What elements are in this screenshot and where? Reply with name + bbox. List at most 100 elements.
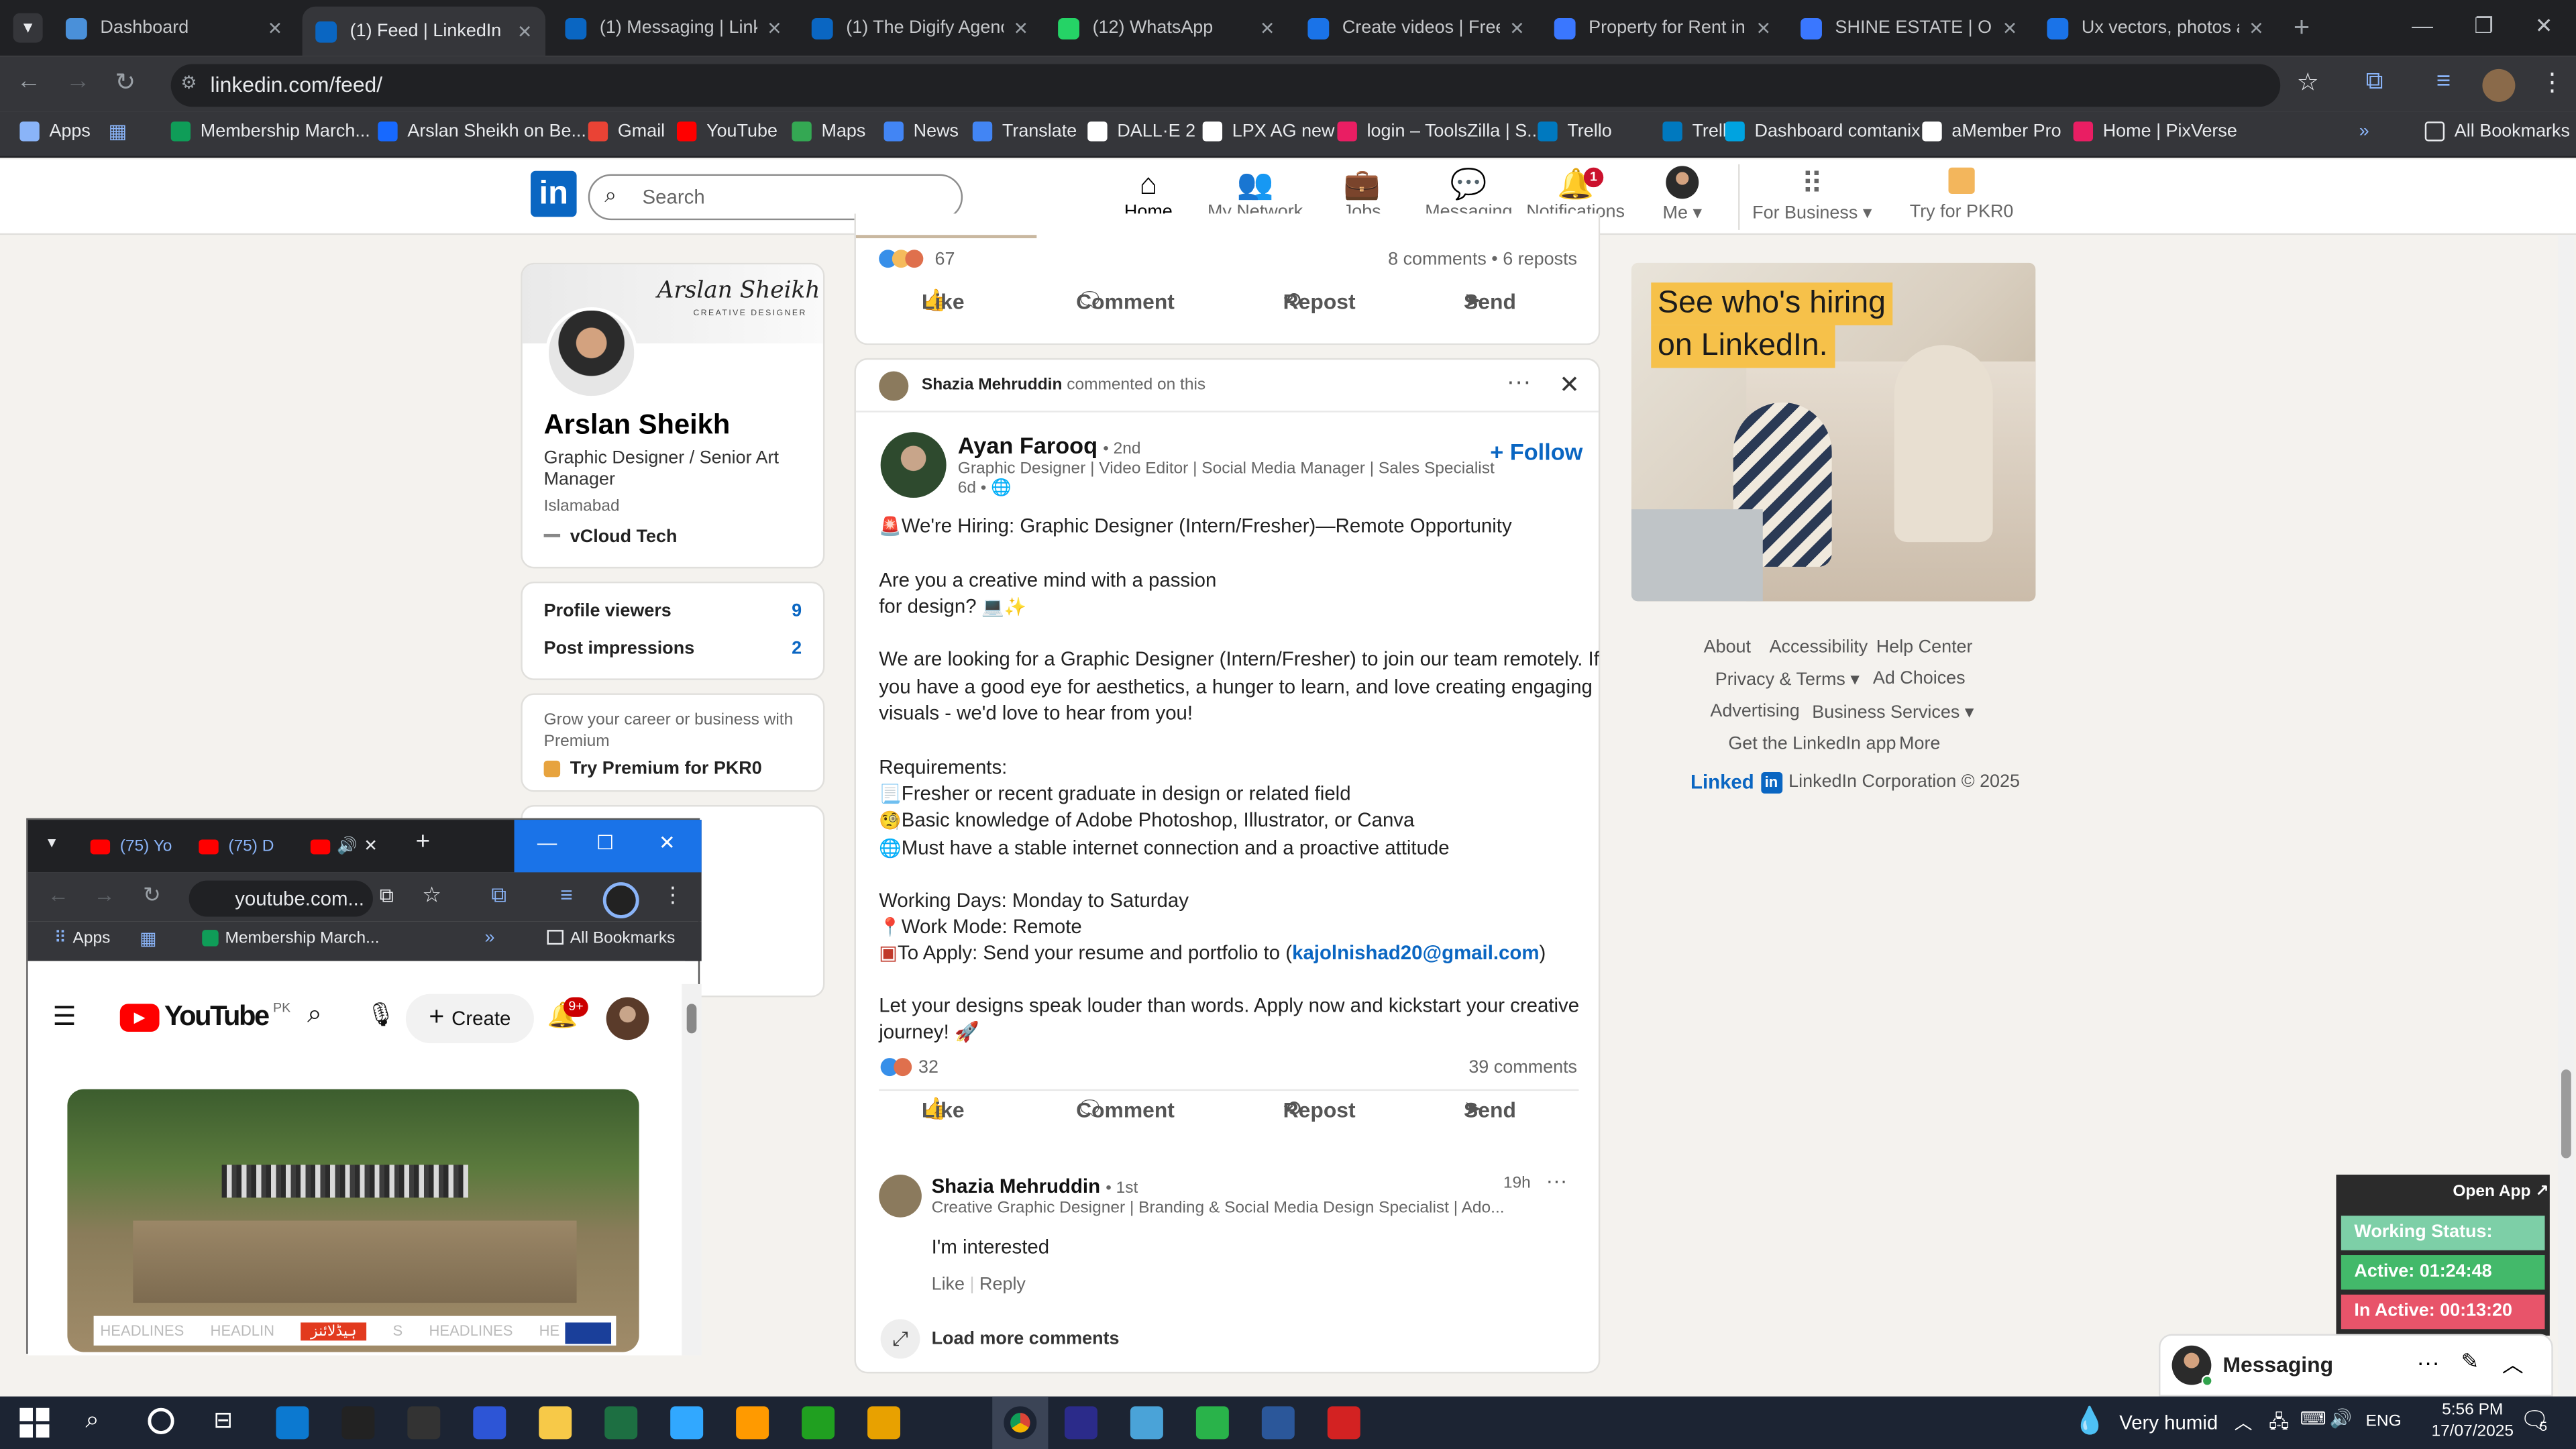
yt-tab-search-icon[interactable]: ▾ [48, 835, 56, 853]
bookmark-item[interactable]: News [883, 121, 959, 142]
comment-like-button[interactable]: Like [932, 1275, 965, 1294]
taskbar-pen-tool-icon[interactable] [341, 1406, 375, 1440]
footer-link[interactable]: Ad Choices [1873, 669, 1966, 688]
bookmarks-overflow-icon[interactable]: » [2359, 121, 2369, 141]
footer-link[interactable]: Get the LinkedIn app [1728, 735, 1896, 754]
footer-link[interactable]: Advertising [1710, 702, 1799, 721]
yt-profile-avatar[interactable] [602, 882, 639, 918]
new-tab-button[interactable]: + [2284, 10, 2320, 46]
premium-card[interactable]: Grow your career or business with Premiu… [521, 693, 825, 792]
network-icon[interactable]: 🖧 [2269, 1408, 2289, 1440]
bookmark-item[interactable]: Arslan Sheikh on Be... [378, 121, 586, 142]
yt-hamburger-icon[interactable]: ☰ [52, 1000, 76, 1033]
nav-for-business[interactable]: ⠿ For Business ▾ [1748, 166, 1876, 223]
tab-close-icon[interactable]: ✕ [1756, 17, 1771, 38]
bookmark-item[interactable]: Gmail [588, 121, 665, 142]
bookmark-item[interactable]: Apps [19, 121, 91, 142]
tray-chevron-icon[interactable]: ︿ [2235, 1409, 2253, 1436]
browser-tab[interactable]: Dashboard ✕ [52, 7, 295, 50]
footer-link[interactable]: More [1899, 735, 1940, 754]
nav-me[interactable]: Me ▾ [1621, 166, 1743, 223]
taskbar-word-icon[interactable] [1261, 1406, 1295, 1440]
compose-icon[interactable]: ✎ [2461, 1349, 2479, 1375]
close-window-button[interactable]: ✕ [2535, 13, 2553, 40]
post-more-icon[interactable]: ··· [1507, 368, 1532, 396]
comment-reply-button[interactable]: Reply [979, 1275, 1026, 1294]
yt-tab-2[interactable]: (75) D [199, 830, 297, 863]
commenter-name[interactable]: Shazia Mehruddin [932, 1175, 1100, 1197]
tab-close-icon[interactable]: ✕ [2002, 17, 2018, 38]
taskbar-excel-icon[interactable] [604, 1406, 638, 1440]
bookmark-item[interactable]: YouTube [676, 121, 777, 142]
messaging-more-icon[interactable]: ··· [2416, 1349, 2439, 1375]
bookmark-star-icon[interactable]: ☆ [2297, 67, 2319, 97]
taskbar-premiere-icon[interactable] [1064, 1406, 1097, 1440]
bookmark-item[interactable]: login – ToolsZilla | S... [1337, 121, 1542, 142]
yt-scrollbar-thumb[interactable] [686, 1004, 697, 1034]
taskbar-acrobat-icon[interactable] [1327, 1406, 1360, 1440]
chevron-up-icon[interactable]: ︿ [2502, 1347, 2524, 1379]
forward-icon[interactable]: → [66, 67, 91, 95]
clock-time[interactable]: 5:56 PM [2434, 1401, 2510, 1419]
taskbar-photoshop-icon[interactable] [670, 1406, 704, 1440]
taskbar-terminal-icon[interactable] [407, 1406, 441, 1440]
browser-tab[interactable]: (1) Feed | LinkedIn ✕ [302, 6, 546, 56]
wifi-icon[interactable]: ⌨ [2300, 1408, 2326, 1429]
browser-tab[interactable]: (1) Messaging | Linke ✕ [552, 7, 795, 50]
load-more-comments[interactable]: Load more comments [932, 1329, 1120, 1348]
stat-label[interactable]: Profile viewers [544, 601, 672, 621]
yt-mic-icon[interactable]: 🎙 [366, 1000, 396, 1028]
comment-more-icon[interactable]: ··· [1546, 1168, 1568, 1193]
youtube-logo[interactable]: ▶ YouTube PK [119, 1000, 290, 1033]
tab-close-icon[interactable]: ✕ [1013, 17, 1028, 38]
taskbar-green-app-icon[interactable] [802, 1406, 835, 1440]
yt-media-icon[interactable]: ≡ [560, 882, 573, 907]
previous-post-meta[interactable]: 8 comments • 6 reposts [1388, 250, 1577, 269]
tab-close-icon[interactable]: ✕ [268, 17, 283, 38]
previous-post-reaction-count[interactable]: 67 [934, 250, 955, 269]
taskbar-file-explorer-icon[interactable] [539, 1406, 572, 1440]
yt-bookmarks-overflow-icon[interactable]: » [484, 928, 494, 948]
yt-tab-1[interactable]: (75) Yo [90, 830, 189, 863]
cortana-icon[interactable] [148, 1407, 174, 1434]
back-icon[interactable]: ← [16, 67, 41, 95]
minimize-button[interactable]: — [2412, 13, 2433, 38]
browser-tab[interactable]: (12) WhatsApp ✕ [1045, 7, 1288, 50]
tab-search-button[interactable]: ▾ [13, 13, 43, 43]
yt-search-icon[interactable]: ⌕ [307, 1000, 322, 1030]
follow-button[interactable]: + Follow [1490, 439, 1582, 465]
linkedin-logo[interactable]: in [531, 170, 577, 217]
expand-comments-icon[interactable]: ⤢ [880, 1319, 920, 1359]
stat-label[interactable]: Post impressions [544, 639, 695, 659]
tab-close-icon[interactable]: ✕ [2249, 17, 2264, 38]
yt-new-tab-button[interactable]: + [416, 828, 430, 856]
apply-email-link[interactable]: kajolnishad20@gmail.com [1292, 941, 1539, 964]
author-name[interactable]: Ayan Farooq [958, 432, 1097, 458]
yt-all-bookmarks[interactable]: All Bookmarks [547, 930, 675, 948]
bookmark-item[interactable]: Maps [792, 121, 865, 142]
clock-date[interactable]: 17/07/2025 [2422, 1423, 2524, 1441]
yt-tab-3-audio[interactable]: 🔊 ✕ [310, 830, 392, 863]
yt-address-bar[interactable]: youtube.com... [189, 880, 373, 917]
yt-create-button[interactable]: + Create [405, 994, 534, 1044]
taskbar-chrome-icon[interactable] [867, 1406, 901, 1440]
yt-tab-groups-icon[interactable]: ▦ [140, 928, 156, 949]
taskbar-search-icon[interactable]: ⌕ [85, 1406, 99, 1434]
taskbar-zoom-icon[interactable] [473, 1406, 506, 1440]
bookmark-item[interactable]: LPX AG new [1202, 121, 1335, 142]
address-bar[interactable]: linkedin.com/feed/ [170, 64, 2281, 107]
chrome-menu-icon[interactable]: ⋮ [2540, 67, 2565, 97]
browser-tab[interactable]: Property for Rent in S ✕ [1541, 7, 1784, 50]
footer-link[interactable]: Business Services ▾ [1812, 702, 1974, 722]
yt-avatar[interactable] [606, 997, 649, 1040]
nav-try-premium[interactable]: Try for PKR0 [1898, 166, 2026, 222]
maximize-button[interactable]: ❐ [2474, 13, 2493, 40]
yt-scrollbar[interactable] [682, 983, 702, 1356]
site-info-icon[interactable]: ⚙ [180, 72, 197, 93]
bookmark-item[interactable]: Translate [972, 121, 1077, 142]
tab-close-icon[interactable]: ✕ [517, 21, 533, 42]
bookmark-item[interactable]: Dashboard comtanix [1725, 121, 1921, 142]
task-view-icon[interactable]: ⊟ [213, 1406, 233, 1434]
tab-close-icon[interactable]: ✕ [1509, 17, 1525, 38]
taskbar-camtasia-icon[interactable] [1195, 1406, 1229, 1440]
